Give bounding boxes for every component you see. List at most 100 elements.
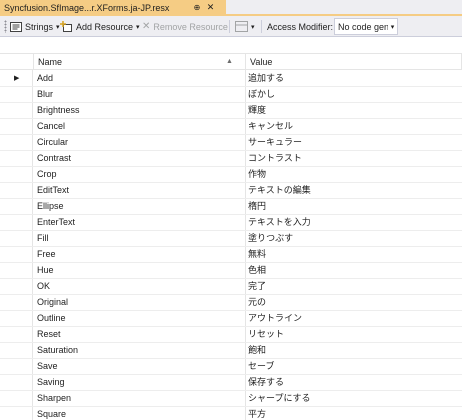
value-cell[interactable]: アウトライン bbox=[248, 311, 458, 326]
value-cell[interactable]: 飽和 bbox=[248, 343, 458, 358]
name-cell[interactable]: Fill bbox=[37, 231, 244, 246]
access-modifier-dropdown[interactable]: No code gene ▾ bbox=[334, 18, 398, 35]
name-cell[interactable]: Cancel bbox=[37, 119, 244, 134]
row-selector[interactable] bbox=[0, 151, 33, 166]
row-selector[interactable] bbox=[0, 391, 33, 406]
name-cell[interactable]: Ellipse bbox=[37, 199, 244, 214]
row-selector[interactable] bbox=[0, 407, 33, 420]
remove-resource-button[interactable]: ✕ Remove Resource bbox=[142, 18, 228, 35]
value-cell[interactable]: 保存する bbox=[248, 375, 458, 390]
name-cell[interactable]: Crop bbox=[37, 167, 244, 182]
value-cell[interactable]: 楕円 bbox=[248, 199, 458, 214]
value-cell[interactable]: リセット bbox=[248, 327, 458, 342]
strings-dropdown[interactable]: Strings ▾ bbox=[10, 18, 60, 35]
value-cell[interactable]: ぼかし bbox=[248, 87, 458, 102]
column-header-value[interactable]: Value bbox=[246, 54, 462, 70]
value-cell[interactable]: シャープにする bbox=[248, 391, 458, 406]
row-selector[interactable] bbox=[0, 311, 33, 326]
name-cell[interactable]: EnterText bbox=[37, 215, 244, 230]
value-cell[interactable]: コントラスト bbox=[248, 151, 458, 166]
table-row[interactable]: Crop 作物 bbox=[0, 167, 462, 183]
name-cell[interactable]: Add bbox=[37, 71, 244, 86]
table-row[interactable]: OK 完了 bbox=[0, 279, 462, 295]
table-row[interactable]: Free 無料 bbox=[0, 247, 462, 263]
row-selector[interactable] bbox=[0, 215, 33, 230]
row-selector[interactable] bbox=[0, 135, 33, 150]
value-cell[interactable]: 完了 bbox=[248, 279, 458, 294]
row-selector[interactable] bbox=[0, 167, 33, 182]
table-row[interactable]: Brightness 輝度 bbox=[0, 103, 462, 119]
row-selector[interactable] bbox=[0, 231, 33, 246]
toolbar-grip[interactable] bbox=[4, 20, 7, 33]
view-button[interactable]: ▾ bbox=[235, 18, 255, 35]
value-cell[interactable]: セーブ bbox=[248, 359, 458, 374]
add-resource-button[interactable]: Add Resource ▾ bbox=[60, 18, 140, 35]
value-cell[interactable]: 輝度 bbox=[248, 103, 458, 118]
value-cell[interactable]: 追加する bbox=[248, 71, 458, 86]
name-cell[interactable]: Saturation bbox=[37, 343, 244, 358]
table-row[interactable]: Ellipse 楕円 bbox=[0, 199, 462, 215]
row-selector[interactable] bbox=[0, 199, 33, 214]
table-row[interactable]: Save セーブ bbox=[0, 359, 462, 375]
table-row[interactable]: Circular サーキュラー bbox=[0, 135, 462, 151]
name-cell[interactable]: Saving bbox=[37, 375, 244, 390]
column-header-name[interactable]: Name bbox=[34, 54, 246, 70]
value-cell[interactable]: 色相 bbox=[248, 263, 458, 278]
table-row[interactable]: Fill 塗りつぶす bbox=[0, 231, 462, 247]
document-tab[interactable]: Syncfusion.SfImage...r.XForms.ja-JP.resx… bbox=[0, 0, 226, 16]
name-cell[interactable]: Blur bbox=[37, 87, 244, 102]
row-selector[interactable] bbox=[0, 359, 33, 374]
name-cell[interactable]: Square bbox=[37, 407, 244, 420]
name-cell[interactable]: Circular bbox=[37, 135, 244, 150]
value-cell[interactable]: 無料 bbox=[248, 247, 458, 262]
row-selector[interactable] bbox=[0, 103, 33, 118]
table-row[interactable]: EnterText テキストを入力 bbox=[0, 215, 462, 231]
table-row[interactable]: Saturation 飽和 bbox=[0, 343, 462, 359]
table-row[interactable]: Blur ぼかし bbox=[0, 87, 462, 103]
name-cell[interactable]: EditText bbox=[37, 183, 244, 198]
row-selector[interactable] bbox=[0, 375, 33, 390]
table-row[interactable]: Contrast コントラスト bbox=[0, 151, 462, 167]
row-selector[interactable] bbox=[0, 327, 33, 342]
value-cell[interactable]: サーキュラー bbox=[248, 135, 458, 150]
row-selector[interactable] bbox=[0, 87, 33, 102]
value-cell[interactable]: 作物 bbox=[248, 167, 458, 182]
name-cell[interactable]: Original bbox=[37, 295, 244, 310]
name-cell[interactable]: Reset bbox=[37, 327, 244, 342]
table-row[interactable]: Original 元の bbox=[0, 295, 462, 311]
table-row[interactable]: Reset リセット bbox=[0, 327, 462, 343]
table-row[interactable]: Outline アウトライン bbox=[0, 311, 462, 327]
name-cell[interactable]: Contrast bbox=[37, 151, 244, 166]
name-cell[interactable]: OK bbox=[37, 279, 244, 294]
value-cell[interactable]: 塗りつぶす bbox=[248, 231, 458, 246]
pin-icon[interactable]: ⊕ bbox=[192, 2, 202, 13]
row-selector[interactable] bbox=[0, 295, 33, 310]
row-selector[interactable] bbox=[0, 183, 33, 198]
row-selector[interactable] bbox=[0, 247, 33, 262]
table-row[interactable]: Sharpen シャープにする bbox=[0, 391, 462, 407]
value-cell[interactable]: キャンセル bbox=[248, 119, 458, 134]
name-cell[interactable]: Sharpen bbox=[37, 391, 244, 406]
row-selector[interactable] bbox=[0, 279, 33, 294]
close-icon[interactable]: ✕ bbox=[205, 2, 216, 13]
name-cell[interactable]: Hue bbox=[37, 263, 244, 278]
table-row[interactable]: EditText テキストの編集 bbox=[0, 183, 462, 199]
table-row[interactable]: Hue 色相 bbox=[0, 263, 462, 279]
row-selector[interactable]: ▶ bbox=[0, 71, 33, 86]
value-cell[interactable]: テキストの編集 bbox=[248, 183, 458, 198]
table-row[interactable]: ▶ Add 追加する bbox=[0, 71, 462, 87]
table-row[interactable]: Saving 保存する bbox=[0, 375, 462, 391]
table-row[interactable]: Cancel キャンセル bbox=[0, 119, 462, 135]
row-selector[interactable] bbox=[0, 263, 33, 278]
name-cell[interactable]: Outline bbox=[37, 311, 244, 326]
value-cell[interactable]: 元の bbox=[248, 295, 458, 310]
name-cell[interactable]: Free bbox=[37, 247, 244, 262]
value-cell[interactable]: 平方 bbox=[248, 407, 458, 420]
row-selector[interactable] bbox=[0, 343, 33, 358]
table-row[interactable]: Square 平方 bbox=[0, 407, 462, 420]
row-selector[interactable] bbox=[0, 119, 33, 134]
name-cell[interactable]: Brightness bbox=[37, 103, 244, 118]
current-row-icon: ▶ bbox=[14, 75, 20, 82]
value-cell[interactable]: テキストを入力 bbox=[248, 215, 458, 230]
name-cell[interactable]: Save bbox=[37, 359, 244, 374]
